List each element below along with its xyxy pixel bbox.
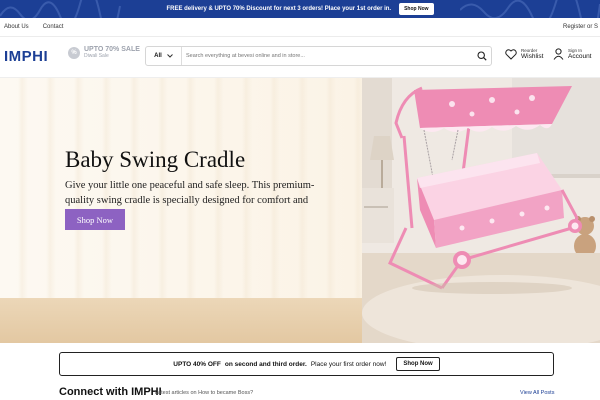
sale-subtitle: Diwali Sale [84, 53, 109, 59]
search-category-select[interactable]: All [146, 47, 182, 65]
wishlist-button[interactable]: Reorder Wishlist [505, 48, 543, 60]
view-all-posts-link[interactable]: View All Posts [520, 390, 554, 396]
heart-icon [505, 48, 517, 60]
cradle-illustration [362, 78, 600, 343]
utility-nav: About Us Contact Register or S [0, 18, 600, 37]
search-category-label: All [154, 53, 162, 59]
contact-link[interactable]: Contact [43, 24, 64, 30]
hero-banner: Baby Swing Cradle Give your little one p… [0, 78, 600, 343]
top-promo-bar: FREE delivery & UPTO 70% Discount for ne… [0, 0, 600, 18]
cradle-product-image[interactable] [362, 78, 600, 343]
decorative-wave-right [460, 0, 600, 18]
site-logo[interactable]: IMPHI [4, 48, 48, 65]
account-label: Account [568, 53, 592, 60]
promo-text-2: Place your first order now! [310, 360, 387, 368]
promo-text: FREE delivery & UPTO 70% Discount for ne… [166, 6, 392, 12]
percent-icon: % [68, 46, 80, 59]
hero-title: Baby Swing Cradle [65, 147, 246, 172]
chevron-down-icon [166, 54, 173, 58]
search-input[interactable] [182, 47, 473, 65]
decorative-wave-left [0, 0, 121, 18]
hero-shop-now-button[interactable]: Shop Now [65, 209, 125, 230]
floor-background [0, 298, 362, 343]
main-header: IMPHI % UPTO 70% SALE Diwali Sale All Re… [0, 38, 600, 78]
account-button[interactable]: Sign In Account [553, 48, 592, 60]
about-us-link[interactable]: About Us [4, 24, 29, 30]
discount-promo-strip: UPTO 40% OFF on second and third order. … [59, 352, 554, 376]
sale-badge[interactable]: % UPTO 70% SALE Diwali Sale [68, 46, 140, 59]
promo-highlight: UPTO 40% OFF [173, 360, 221, 368]
wishlist-label: Wishlist [521, 53, 544, 60]
logo-text: IMPHI [4, 48, 49, 65]
register-link[interactable]: Register or S [563, 24, 598, 30]
promo-shop-now-button[interactable]: Shop Now [396, 357, 440, 371]
search-icon [477, 51, 487, 61]
top-shop-now-button[interactable]: Shop Now [399, 3, 434, 15]
promo-bold-text: on second and third order. [224, 360, 307, 368]
sale-title: UPTO 70% SALE [84, 46, 140, 53]
search-button[interactable] [473, 51, 491, 61]
connect-title: Connect with IMPHI [59, 386, 162, 398]
user-icon [553, 48, 564, 60]
search-bar: All [145, 46, 492, 66]
latest-articles-label: Latest articles on How to became Boss? [155, 390, 254, 396]
